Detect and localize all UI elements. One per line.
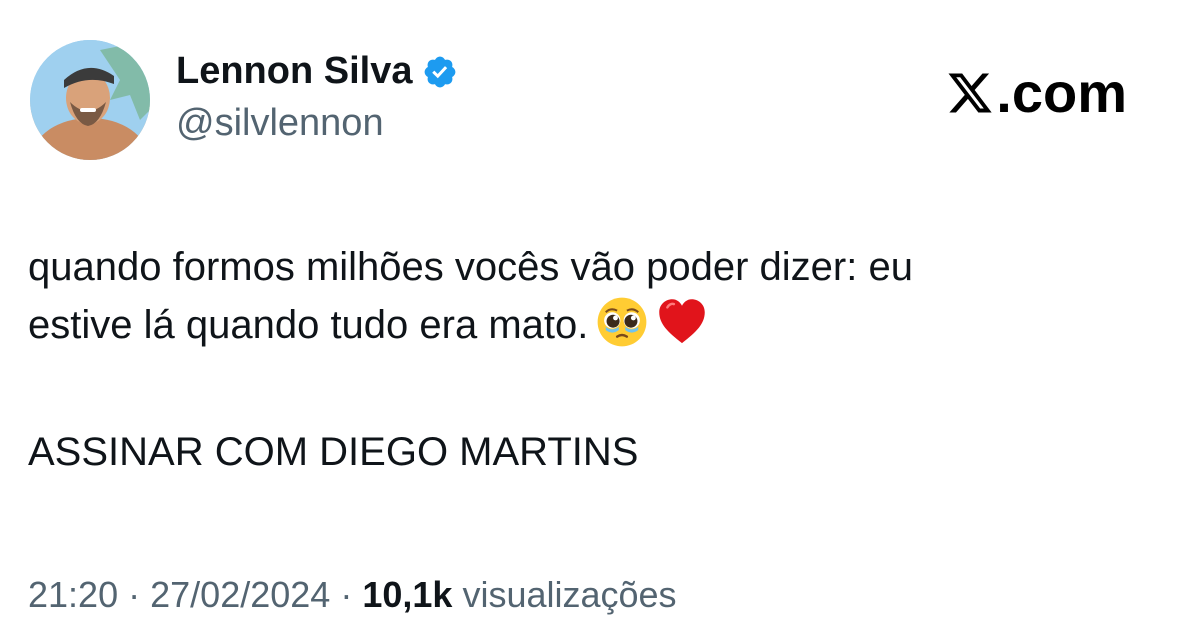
tweet-text-line-1: quando formos milhões vocês vão poder di… [28,245,913,289]
avatar[interactable] [30,40,150,160]
meta-separator: · [128,574,141,615]
tweet-date[interactable]: 27/02/2024 [150,574,330,615]
tweet-text-line-2-content: estive lá quando tudo era mato. [28,303,589,347]
tweet-signature: ASSINAR COM DIEGO MARTINS [28,430,639,474]
verified-badge-icon [425,56,456,87]
tweet-text-line-2: estive lá quando tudo era mato. [28,296,1138,354]
author-handle[interactable]: @silvlennon [176,102,384,145]
meta-separator: · [340,574,353,615]
tweet-meta: 21:20 · 27/02/2024 · 10,1k visualizações [28,574,677,616]
avatar-photo [30,40,150,160]
pleading-face-icon [598,297,647,347]
author-display-name[interactable]: Lennon Silva [176,50,458,93]
tweet-text: quando formos milhões vocês vão poder di… [28,238,1138,354]
x-logo-icon [948,73,992,112]
red-heart-icon [659,299,706,344]
x-brand-logo: .com [946,60,1127,125]
author-name-text: Lennon Silva [176,50,413,92]
x-brand-label: .com [996,61,1127,124]
tweet-time[interactable]: 21:20 [28,574,118,615]
views-count[interactable]: 10,1k [362,574,452,615]
views-label: visualizações [462,574,677,615]
